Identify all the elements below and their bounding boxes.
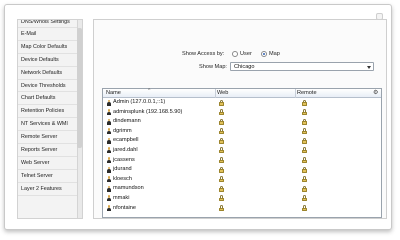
sort-ascending-icon: ^: [148, 88, 151, 94]
remote-access-lock-icon[interactable]: [302, 109, 307, 116]
column-divider[interactable]: [295, 89, 296, 98]
table-row[interactable]: Admin (127.0.0.1,::1): [103, 98, 381, 108]
web-access-lock-icon[interactable]: [219, 147, 224, 154]
user-name-cell: Admin (127.0.0.1,::1): [113, 99, 166, 105]
user-name-cell: jdurand: [113, 166, 132, 173]
access-user-radio[interactable]: [232, 51, 238, 57]
table-row[interactable]: adminsplunk (192.168.5.90): [103, 108, 381, 118]
web-access-lock-icon[interactable]: [219, 137, 224, 144]
remote-access-lock-icon[interactable]: [302, 128, 307, 135]
user-icon: [106, 147, 111, 154]
user-icon: [106, 205, 111, 212]
gear-icon[interactable]: ⚙: [373, 90, 379, 96]
table-row[interactable]: nfontaine: [103, 204, 381, 214]
user-icon: [106, 195, 111, 202]
user-name-cell: nfontaine: [113, 204, 137, 211]
remote-access-lock-icon[interactable]: [302, 137, 307, 144]
user-icon: [106, 118, 111, 125]
user-name-cell: jared.dahl: [113, 146, 138, 153]
web-access-lock-icon[interactable]: [219, 166, 224, 173]
access-panel: Show Access by: User Map Show Map: Chica…: [93, 19, 387, 219]
column-remote[interactable]: Remote: [297, 89, 317, 98]
user-icon: [106, 99, 111, 106]
table-row[interactable]: ecampbell: [103, 136, 381, 146]
remote-access-lock-icon[interactable]: [302, 157, 307, 164]
table-row[interactable]: dgrimm: [103, 127, 381, 137]
user-icon: [106, 157, 111, 164]
sidebar-item[interactable]: Map Color Defaults: [18, 41, 78, 54]
sidebar-item[interactable]: Chart Defaults: [18, 92, 78, 106]
table-row[interactable]: kloesch: [103, 175, 381, 185]
web-access-lock-icon[interactable]: [219, 118, 224, 125]
remote-access-lock-icon[interactable]: [302, 99, 307, 106]
remote-access-lock-icon[interactable]: [302, 195, 307, 202]
user-icon: [106, 176, 111, 183]
web-access-lock-icon[interactable]: [219, 109, 224, 116]
web-access-lock-icon[interactable]: [219, 128, 224, 135]
user-icon: [106, 166, 111, 173]
remote-access-lock-icon[interactable]: [302, 185, 307, 192]
chevron-down-icon: [367, 66, 371, 69]
table-body: Admin (127.0.0.1,::1)adminsplunk (192.16…: [103, 98, 381, 213]
sidebar-item[interactable]: E-Mail: [18, 28, 78, 41]
preferences-window: DNS/Whois Settings E-Mail Map Color Defaul…: [4, 4, 392, 230]
web-access-lock-icon[interactable]: [219, 185, 224, 192]
web-access-lock-icon[interactable]: [219, 176, 224, 183]
show-map-label: Show Map:: [199, 64, 227, 70]
access-map-label: Map: [269, 51, 280, 57]
sidebar-item[interactable]: Device Thresholds: [18, 80, 78, 93]
remote-access-lock-icon[interactable]: [302, 176, 307, 183]
remote-access-lock-icon[interactable]: [302, 205, 307, 212]
web-access-lock-icon[interactable]: [219, 205, 224, 212]
sidebar-item[interactable]: NT Services & WMI: [18, 118, 78, 132]
sidebar-item[interactable]: Layer 2 Features: [18, 183, 78, 196]
sidebar-item[interactable]: DNS/Whois Settings: [18, 20, 78, 28]
user-name-cell: mamundson: [113, 185, 144, 192]
table-header: Name ^ Web Remote ⚙: [103, 89, 381, 98]
sidebar: DNS/Whois Settings E-Mail Map Color Defaul…: [17, 19, 83, 219]
web-access-lock-icon[interactable]: [219, 99, 224, 106]
user-name-cell: dindemann: [113, 118, 141, 125]
table-row[interactable]: jdurand: [103, 165, 381, 175]
sidebar-scrollbar[interactable]: [77, 20, 82, 218]
sidebar-item[interactable]: Reports Server: [18, 144, 78, 157]
user-access-table: Name ^ Web Remote ⚙ Admin (127.0.0.1,::1…: [102, 88, 382, 218]
remote-access-lock-icon[interactable]: [302, 147, 307, 154]
web-access-lock-icon[interactable]: [219, 157, 224, 164]
user-name-cell: ecampbell: [113, 137, 139, 144]
sidebar-item[interactable]: Web Server: [18, 157, 78, 170]
map-select[interactable]: Chicago: [230, 62, 374, 71]
sidebar-scroll-thumb[interactable]: [77, 28, 82, 148]
table-row[interactable]: mamundson: [103, 184, 381, 194]
web-access-lock-icon[interactable]: [219, 195, 224, 202]
sidebar-item[interactable]: Retention Policies: [18, 105, 78, 119]
user-icon: [106, 137, 111, 144]
access-user-label: User: [240, 51, 252, 57]
sidebar-item[interactable]: Network Defaults: [18, 67, 78, 80]
user-icon: [106, 185, 111, 192]
table-row[interactable]: dindemann: [103, 117, 381, 127]
sidebar-list: DNS/Whois Settings E-Mail Map Color Defaul…: [18, 20, 78, 196]
sidebar-item[interactable]: Remote Server: [18, 131, 78, 145]
user-icon: [106, 109, 111, 116]
show-access-label: Show Access by:: [182, 51, 225, 57]
table-row[interactable]: jcassens: [103, 156, 381, 166]
user-name-cell: jcassens: [113, 156, 135, 163]
user-icon: [106, 128, 111, 135]
sidebar-item[interactable]: Telnet Server: [18, 170, 78, 183]
table-row[interactable]: jared.dahl: [103, 146, 381, 156]
remote-access-lock-icon[interactable]: [302, 118, 307, 125]
column-name[interactable]: Name: [106, 89, 121, 98]
user-name-cell: kloesch: [113, 175, 132, 182]
map-select-value: Chicago: [234, 64, 255, 70]
user-name-cell: adminsplunk (192.168.5.90): [113, 108, 183, 115]
user-name-cell: mmaki: [113, 194, 130, 201]
access-map-radio[interactable]: [261, 51, 267, 57]
sidebar-item[interactable]: Device Defaults: [18, 54, 78, 67]
column-divider[interactable]: [215, 89, 216, 98]
user-name-cell: dgrimm: [113, 127, 132, 134]
remote-access-lock-icon[interactable]: [302, 166, 307, 173]
column-web[interactable]: Web: [217, 89, 228, 98]
table-row[interactable]: mmaki: [103, 194, 381, 204]
